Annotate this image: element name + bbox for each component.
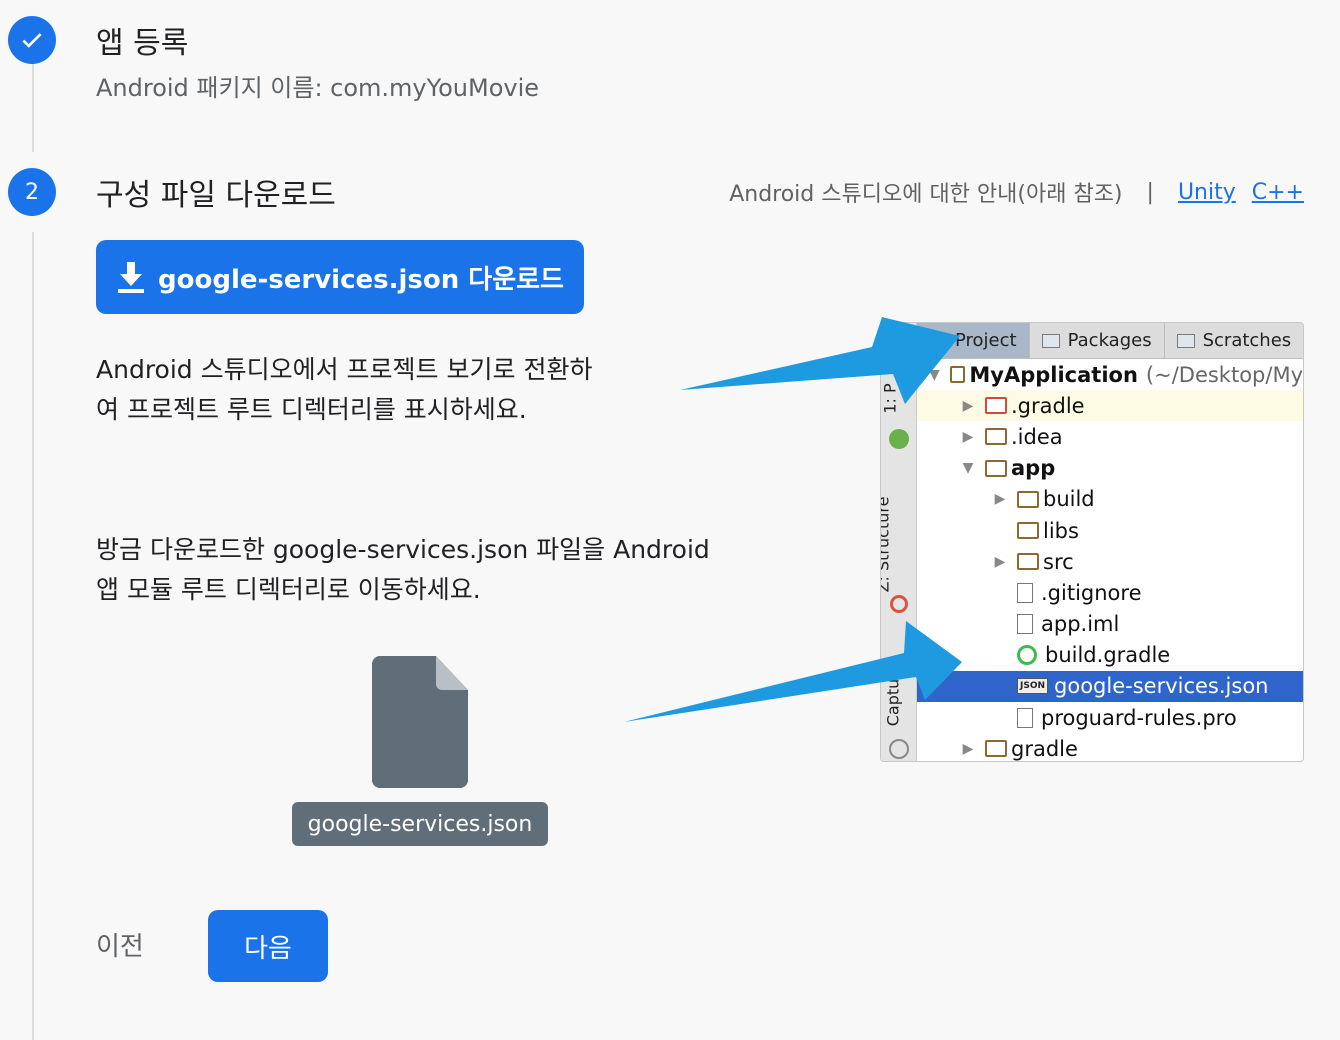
expand-right-icon[interactable]: ▶ bbox=[993, 554, 1007, 570]
tree-item[interactable]: app.iml bbox=[917, 609, 1303, 640]
tree-item[interactable]: libs bbox=[917, 515, 1303, 546]
file-icon bbox=[1017, 614, 1033, 635]
prev-button[interactable]: 이전 bbox=[96, 926, 156, 963]
expand-right-icon[interactable]: ▶ bbox=[961, 398, 975, 414]
side-tab-captures: Captu bbox=[883, 678, 903, 727]
step1-subtitle: Android 패키지 이름: com.myYouMovie bbox=[96, 74, 540, 102]
guide-text: Android 스튜디오에 대한 안내(아래 참조) bbox=[729, 182, 1123, 207]
excluded-folder-icon bbox=[985, 397, 1007, 415]
json-file-label[interactable]: google-services.json bbox=[292, 802, 548, 846]
tree-item-label: .gradle bbox=[1011, 393, 1085, 418]
ide-tab-project[interactable]: Project bbox=[917, 323, 1030, 358]
ide-tab-scratches[interactable]: Scratches bbox=[1165, 323, 1303, 358]
instruction-move-file: 방금 다운로드한 google-services.json 파일을 Androi… bbox=[96, 530, 710, 610]
structure-icon bbox=[890, 595, 908, 613]
module-folder-icon bbox=[949, 366, 966, 384]
tree-item-label: gradle bbox=[1011, 736, 1078, 761]
tree-item-label: app bbox=[1011, 456, 1056, 481]
tree-item-label: build bbox=[1043, 487, 1095, 512]
captures-icon bbox=[889, 739, 909, 759]
ide-tab-packages[interactable]: Packages bbox=[1030, 323, 1165, 358]
folder-icon bbox=[985, 740, 1007, 758]
tree-item-selected[interactable]: JSON google-services.json bbox=[917, 670, 1303, 703]
folder-icon bbox=[1017, 553, 1039, 571]
json-file-icon[interactable] bbox=[372, 656, 468, 788]
ide-side-toolbar: 1: P Z: Structure Captu bbox=[881, 323, 917, 761]
tree-item[interactable]: ▼ app bbox=[917, 453, 1303, 484]
tree-item[interactable]: ▶ src bbox=[917, 546, 1303, 577]
instruction-line: Android 스튜디오에서 프로젝트 보기로 전환하 bbox=[96, 355, 593, 384]
tree-item-label: .idea bbox=[1011, 424, 1063, 449]
instruction-line: 방금 다운로드한 google-services.json 파일을 Androi… bbox=[96, 535, 710, 564]
gradle-icon bbox=[1017, 645, 1037, 666]
file-icon bbox=[1017, 582, 1033, 603]
step2-number: 2 bbox=[8, 168, 56, 216]
unity-link[interactable]: Unity bbox=[1178, 180, 1236, 205]
tree-item-label: app.iml bbox=[1041, 612, 1120, 637]
module-folder-icon bbox=[985, 459, 1007, 477]
tree-item[interactable]: ▶ build bbox=[917, 484, 1303, 515]
ide-tab-bar: Project Packages Scratches bbox=[917, 323, 1303, 359]
instruction-line: 여 프로젝트 루트 디렉터리를 표시하세요. bbox=[96, 395, 527, 424]
tree-item[interactable]: .gitignore bbox=[917, 577, 1303, 608]
instruction-switch-view: Android 스튜디오에서 프로젝트 보기로 전환하 여 프로젝트 루트 디렉… bbox=[96, 350, 592, 430]
tree-item-label: src bbox=[1043, 549, 1074, 574]
tree-item[interactable]: ▶ .gradle bbox=[917, 390, 1303, 422]
stepper-rail-top bbox=[32, 64, 34, 152]
cpp-link[interactable]: C++ bbox=[1252, 180, 1304, 205]
ide-tab-label: Scratches bbox=[1202, 330, 1292, 351]
file-icon bbox=[1017, 707, 1033, 728]
side-tab-project: 1: P bbox=[880, 383, 900, 414]
expand-down-icon[interactable]: ▼ bbox=[929, 367, 940, 383]
android-icon bbox=[889, 429, 909, 449]
step1-done-icon bbox=[8, 16, 56, 64]
expand-down-icon[interactable]: ▼ bbox=[961, 460, 975, 476]
json-icon: JSON bbox=[1017, 678, 1049, 695]
packages-view-icon bbox=[1041, 333, 1060, 348]
tree-item[interactable]: ▶ .idea bbox=[917, 421, 1303, 452]
android-studio-screenshot: 1: P Z: Structure Captu Project Packages… bbox=[880, 322, 1304, 762]
tree-item[interactable]: build.gradle bbox=[917, 640, 1303, 671]
step1-title: 앱 등록 bbox=[96, 26, 189, 61]
ide-tab-label: Packages bbox=[1067, 330, 1152, 351]
guide-links: Android 스튜디오에 대한 안내(아래 참조) | Unity C++ bbox=[729, 176, 1304, 208]
tree-item[interactable]: ▼ MyApplication (~/Desktop/My bbox=[917, 359, 1303, 390]
expand-right-icon[interactable]: ▶ bbox=[993, 491, 1007, 507]
ide-tab-label: Project bbox=[955, 330, 1017, 351]
side-tab-structure: Z: Structure bbox=[880, 496, 893, 593]
download-icon bbox=[118, 262, 145, 293]
tree-item-label: build.gradle bbox=[1045, 643, 1171, 668]
folder-icon bbox=[985, 428, 1007, 446]
next-button[interactable]: 다음 bbox=[208, 910, 328, 982]
tree-item-path: (~/Desktop/My bbox=[1145, 362, 1303, 387]
step2-title: 구성 파일 다운로드 bbox=[96, 178, 336, 213]
folder-icon bbox=[1017, 490, 1039, 508]
tree-item[interactable]: proguard-rules.pro bbox=[917, 702, 1303, 733]
tree-item-label: MyApplication bbox=[969, 362, 1138, 387]
tree-item-label: libs bbox=[1043, 518, 1079, 543]
download-config-button[interactable]: google-services.json 다운로드 bbox=[96, 240, 584, 314]
instruction-line: 앱 모듈 루트 디렉터리로 이동하세요. bbox=[96, 575, 481, 604]
tree-item[interactable]: ▶ gradle bbox=[917, 733, 1303, 761]
download-config-label: google-services.json 다운로드 bbox=[158, 264, 564, 295]
tree-item-label: proguard-rules.pro bbox=[1041, 705, 1237, 730]
project-tree: ▼ MyApplication (~/Desktop/My ▶ .gradle ▶ .ide… bbox=[917, 359, 1303, 761]
stepper-rail-bottom bbox=[32, 232, 34, 1040]
expand-right-icon[interactable]: ▶ bbox=[961, 429, 975, 445]
tree-item-label: .gitignore bbox=[1041, 580, 1142, 605]
scratches-view-icon bbox=[1176, 333, 1195, 348]
project-view-icon bbox=[929, 333, 947, 348]
folder-icon bbox=[1017, 522, 1039, 540]
guide-separator: | bbox=[1146, 179, 1154, 205]
tree-item-label: google-services.json bbox=[1054, 674, 1269, 699]
expand-right-icon[interactable]: ▶ bbox=[961, 741, 975, 757]
